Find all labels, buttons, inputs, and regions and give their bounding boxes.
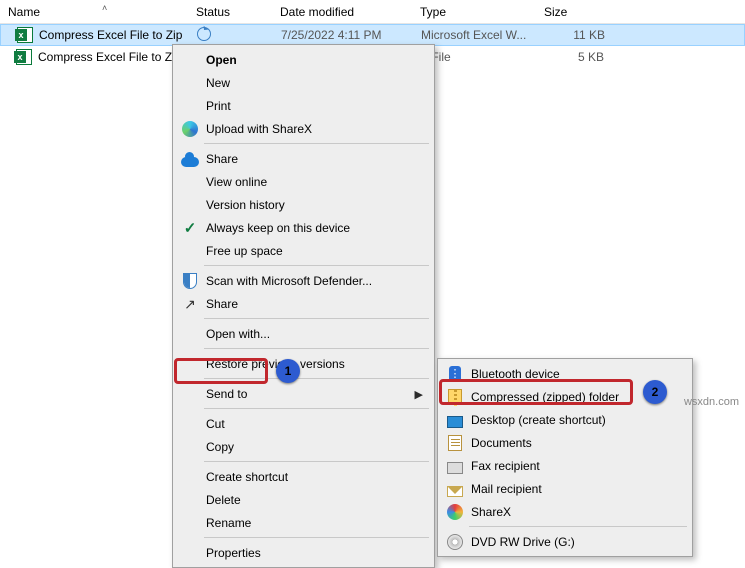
watermark: wsxdn.com	[684, 396, 739, 408]
sort-indicator-icon: ˄	[102, 3, 107, 13]
col-name-label: Name	[8, 5, 40, 19]
menu-send-to[interactable]: Send to▶	[176, 382, 431, 405]
menu-separator	[204, 537, 429, 538]
menu-rename[interactable]: Rename	[176, 511, 431, 534]
menu-cut[interactable]: Cut	[176, 412, 431, 435]
menu-view-online[interactable]: View online	[176, 170, 431, 193]
check-icon: ✓	[181, 219, 199, 237]
dvd-drive-icon	[446, 533, 464, 551]
col-size[interactable]: Size	[544, 5, 624, 19]
menu-copy[interactable]: Copy	[176, 435, 431, 458]
file-list-header[interactable]: Name ˄ Status Date modified Type Size	[0, 0, 745, 24]
annotation-highlight-sendto	[174, 358, 268, 384]
col-name[interactable]: Name ˄	[8, 5, 196, 19]
col-type[interactable]: Type	[420, 5, 544, 19]
file-date: 7/25/2022 4:11 PM	[281, 28, 421, 42]
menu-share[interactable]: ↗Share	[176, 292, 431, 315]
sendto-dvd[interactable]: DVD RW Drive (G:)	[441, 530, 689, 553]
menu-separator	[204, 461, 429, 462]
file-status	[197, 27, 281, 44]
file-size: 5 KB	[544, 50, 604, 64]
excel-file-icon	[17, 27, 35, 43]
menu-create-shortcut[interactable]: Create shortcut	[176, 465, 431, 488]
sendto-mail[interactable]: Mail recipient	[441, 477, 689, 500]
context-menu: Open New Print Upload with ShareX Share …	[172, 44, 435, 568]
sharex-icon	[181, 120, 199, 138]
menu-share-cloud[interactable]: Share	[176, 147, 431, 170]
menu-separator	[204, 265, 429, 266]
sync-icon	[197, 27, 211, 41]
documents-icon	[446, 434, 464, 452]
sendto-fax[interactable]: Fax recipient	[441, 454, 689, 477]
fax-icon	[446, 457, 464, 475]
file-row[interactable]: Compress Excel File to Zip 7/25/2022 4:1…	[0, 24, 745, 46]
menu-upload-sharex[interactable]: Upload with ShareX	[176, 117, 431, 140]
menu-new[interactable]: New	[176, 71, 431, 94]
mail-icon	[446, 480, 464, 498]
file-type: Microsoft Excel W...	[421, 28, 545, 42]
menu-version-history[interactable]: Version history	[176, 193, 431, 216]
annotation-badge-2: 2	[643, 380, 667, 404]
col-date-modified[interactable]: Date modified	[280, 5, 420, 19]
excel-file-icon	[16, 49, 34, 65]
menu-separator	[469, 526, 687, 527]
file-size: 11 KB	[545, 28, 605, 42]
menu-free-up[interactable]: Free up space	[176, 239, 431, 262]
annotation-badge-1: 1	[276, 359, 300, 383]
annotation-highlight-zip	[439, 379, 633, 405]
menu-scan-defender[interactable]: Scan with Microsoft Defender...	[176, 269, 431, 292]
desktop-icon	[446, 411, 464, 429]
menu-open-with[interactable]: Open with...	[176, 322, 431, 345]
sharex-icon	[446, 503, 464, 521]
sendto-sharex[interactable]: ShareX	[441, 500, 689, 523]
file-type: S File	[420, 50, 544, 64]
share-icon: ↗	[181, 295, 199, 313]
menu-separator	[204, 348, 429, 349]
menu-delete[interactable]: Delete	[176, 488, 431, 511]
menu-separator	[204, 318, 429, 319]
shield-icon	[181, 272, 199, 290]
file-name: Compress Excel File to Zip	[39, 28, 197, 42]
cloud-icon	[181, 150, 199, 168]
sendto-desktop[interactable]: Desktop (create shortcut)	[441, 408, 689, 431]
menu-properties[interactable]: Properties	[176, 541, 431, 564]
menu-open[interactable]: Open	[176, 48, 431, 71]
menu-separator	[204, 408, 429, 409]
menu-always-keep[interactable]: ✓Always keep on this device	[176, 216, 431, 239]
submenu-arrow-icon: ▶	[415, 388, 423, 401]
menu-print[interactable]: Print	[176, 94, 431, 117]
col-status[interactable]: Status	[196, 5, 280, 19]
sendto-documents[interactable]: Documents	[441, 431, 689, 454]
menu-separator	[204, 143, 429, 144]
